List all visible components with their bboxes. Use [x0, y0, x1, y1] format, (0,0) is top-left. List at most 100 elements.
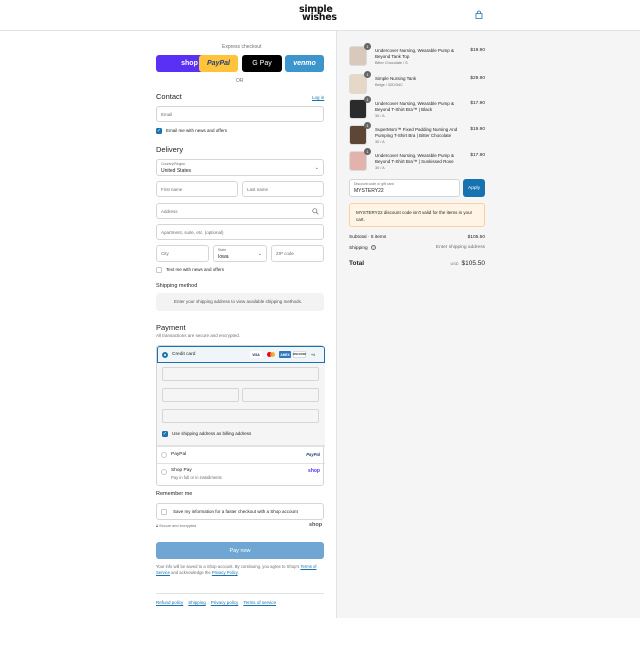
- state-select[interactable]: State Iowa ⌄: [213, 245, 267, 262]
- shipping-method-notice: Enter your shipping address to view avai…: [156, 293, 324, 311]
- name-on-card-field[interactable]: [162, 409, 319, 423]
- delivery-heading: Delivery: [156, 145, 184, 154]
- payment-heading: Payment: [156, 323, 186, 332]
- amex-icon: AMEX: [279, 351, 291, 358]
- discount-warning: MYSTERY22 discount code isn't valid for …: [349, 203, 485, 227]
- credit-card-radio[interactable]: [162, 352, 168, 358]
- shipping-row: Shipping ? Enter shipping address: [349, 245, 485, 251]
- zip-placeholder: ZIP code: [276, 251, 294, 256]
- shop-pay-radio[interactable]: [161, 469, 167, 475]
- expiration-field[interactable]: [162, 388, 239, 402]
- product-variant: 30 / A: [375, 140, 385, 144]
- zip-field[interactable]: ZIP code: [271, 245, 324, 262]
- paypal-button[interactable]: PayPal: [199, 55, 238, 72]
- newsletter-checkbox[interactable]: ✓: [156, 128, 162, 134]
- address-field[interactable]: Address: [156, 203, 324, 219]
- cart-item: 1 SuperMom™ Fixed Padding Nursing And Pu…: [349, 122, 485, 149]
- product-price: $17.90: [470, 153, 485, 158]
- subtotal-row: Subtotal · 5 items $105.50: [349, 235, 485, 240]
- email-placeholder: Email: [161, 112, 173, 117]
- remember-me-box[interactable]: Save my information for a faster checkou…: [156, 503, 324, 520]
- product-name: Undercover Nursing, Wearable Pump & Beyo…: [375, 48, 454, 59]
- last-name-placeholder: Last name: [247, 187, 269, 192]
- billing-address-checkbox[interactable]: ✓: [162, 431, 168, 437]
- product-name: Simple Nursing Tank: [375, 76, 417, 81]
- product-price: $19.90: [470, 48, 485, 53]
- shop-privacy-link[interactable]: Privacy Policy: [212, 570, 238, 575]
- payment-methods: Credit card VISA AMEX DISCOVER +4 ✓ Use …: [156, 345, 325, 487]
- shopping-bag-icon[interactable]: [474, 10, 484, 20]
- paypal-option[interactable]: PayPal PayPal: [157, 446, 325, 463]
- discount-warning-text: MYSTERY22 discount code isn't valid for …: [356, 210, 473, 222]
- header: simple wishes: [0, 0, 640, 31]
- state-label: State: [218, 248, 227, 252]
- shipping-method-message: Enter your shipping address to view avai…: [174, 299, 303, 304]
- cart-item: 1 Undercover Nursing, Wearable Pump & Be…: [349, 43, 485, 70]
- newsletter-label: Email me with news and offers: [166, 128, 227, 133]
- footer-divider: [156, 593, 324, 594]
- help-icon[interactable]: ?: [371, 245, 377, 250]
- shop-pay-subtitle: Pay in full or in installments: [171, 475, 222, 480]
- mastercard-icon: [266, 351, 277, 358]
- remember-me-heading: Remember me: [156, 491, 193, 497]
- billing-address-label: Use shipping address as billing address: [172, 431, 252, 436]
- shop-pay-option[interactable]: Shop Pay Pay in full or in installments …: [157, 463, 325, 487]
- subtotal-label: Subtotal · 5 items: [349, 235, 387, 240]
- legal-text: Your info will be saved to a Shop accoun…: [156, 564, 324, 576]
- credit-card-option[interactable]: Credit card VISA AMEX DISCOVER +4: [157, 346, 325, 363]
- state-value: Iowa: [218, 254, 229, 260]
- sms-checkbox[interactable]: [156, 267, 162, 273]
- store-logo[interactable]: simple wishes: [299, 5, 337, 23]
- quantity-badge: 1: [364, 71, 371, 78]
- paypal-logo: PayPal: [306, 452, 320, 457]
- product-price: $19.90: [470, 127, 485, 132]
- total-amount: USD $105.50: [450, 260, 485, 267]
- shop-logo: shop: [308, 468, 320, 474]
- venmo-button[interactable]: venmo: [285, 55, 324, 72]
- quantity-badge: 1: [364, 96, 371, 103]
- discount-code-field[interactable]: Discount code or gift card MYSTERY22: [349, 179, 460, 197]
- country-value: United States: [161, 168, 192, 174]
- product-variant: Beige / 32D/34C: [375, 83, 403, 87]
- last-name-field[interactable]: Last name: [242, 181, 324, 197]
- product-name: Undercover Nursing, Wearable Pump & Beyo…: [375, 101, 454, 112]
- total-row: Total USD $105.50: [349, 260, 485, 267]
- lock-icon: 🔒︎: [156, 524, 159, 528]
- quantity-badge: 1: [364, 43, 371, 50]
- cart-item: 1 Undercover Nursing, Wearable Pump & Be…: [349, 96, 485, 123]
- search-icon: [312, 208, 319, 215]
- shipping-link[interactable]: Shipping: [188, 600, 206, 605]
- product-name: Undercover Nursing, Wearable Pump & Beyo…: [375, 153, 454, 164]
- country-select[interactable]: Country/Region United States ⌄: [156, 159, 324, 176]
- paypal-radio[interactable]: [161, 452, 167, 458]
- terms-of-service-link[interactable]: Terms of service: [243, 600, 276, 605]
- payment-subtitle: All transactions are secure and encrypte…: [156, 333, 241, 338]
- quantity-badge: 1: [364, 148, 371, 155]
- apartment-field[interactable]: Apartment, suite, etc. (optional): [156, 224, 324, 240]
- city-field[interactable]: City: [156, 245, 209, 262]
- google-pay-button[interactable]: G Pay: [242, 55, 282, 72]
- email-field[interactable]: Email: [156, 106, 324, 122]
- shipping-label: Shipping: [349, 246, 368, 251]
- remember-me-checkbox[interactable]: [161, 509, 167, 515]
- card-details-area: ✓ Use shipping address as billing addres…: [157, 363, 325, 446]
- legal-text-end: .: [237, 570, 239, 575]
- refund-policy-link[interactable]: Refund policy: [156, 600, 183, 605]
- remember-me-label: Save my information for a faster checkou…: [173, 509, 298, 514]
- pay-now-button[interactable]: Pay now: [156, 542, 324, 559]
- privacy-policy-link[interactable]: Privacy policy: [211, 600, 239, 605]
- login-link[interactable]: Log in: [312, 95, 324, 100]
- cart-item: 1 Undercover Nursing, Wearable Pump & Be…: [349, 148, 485, 175]
- visa-icon: VISA: [250, 351, 262, 358]
- first-name-placeholder: First name: [161, 187, 183, 192]
- apply-discount-button[interactable]: Apply: [463, 179, 485, 197]
- legal-text-start: Your info will be saved to a Shop accoun…: [156, 564, 301, 569]
- first-name-field[interactable]: First name: [156, 181, 238, 197]
- country-label: Country/Region: [161, 162, 186, 166]
- product-name: SuperMom™ Fixed Padding Nursing And Pump…: [375, 127, 458, 138]
- chevron-down-icon: ⌄: [314, 165, 319, 171]
- chevron-down-icon: ⌄: [257, 251, 262, 257]
- paypal-label: PayPal: [171, 452, 187, 457]
- card-number-field[interactable]: [162, 367, 319, 381]
- security-code-field[interactable]: [242, 388, 319, 402]
